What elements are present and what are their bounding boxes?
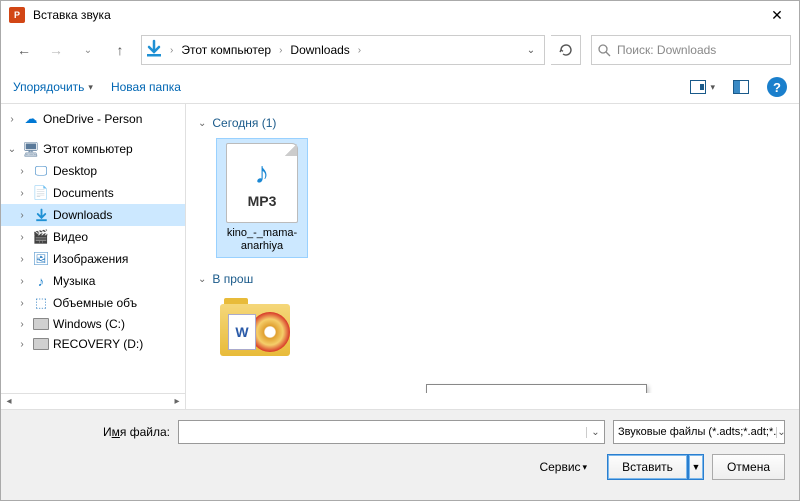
- expander-icon[interactable]: ›: [15, 339, 29, 350]
- file-name-label: kino_-_mama-anarhiya: [221, 227, 303, 253]
- cancel-button[interactable]: Отмена: [712, 454, 785, 480]
- tree-documents[interactable]: › 📄 Documents: [1, 182, 185, 204]
- app-icon: P: [9, 7, 25, 23]
- address-dropdown[interactable]: ⌄: [520, 45, 542, 56]
- desktop-icon: 🖵: [33, 163, 49, 179]
- video-icon: 🎬: [33, 229, 49, 245]
- chevron-right-icon[interactable]: ›: [277, 45, 284, 56]
- tools-menu[interactable]: Сервис▾: [539, 460, 587, 474]
- sidebar-scrollbar[interactable]: ◂▸: [1, 393, 186, 409]
- breadcrumb-downloads[interactable]: Downloads: [284, 40, 355, 60]
- pc-icon: 🖥: [23, 141, 39, 157]
- tree-downloads[interactable]: › Downloads: [1, 204, 185, 226]
- document-icon: 📄: [33, 185, 49, 201]
- view-menu[interactable]: ▾: [690, 80, 715, 94]
- chevron-down-icon: ⌄: [198, 274, 206, 285]
- tree-this-pc[interactable]: ⌄ 🖥 Этот компьютер: [1, 138, 185, 160]
- search-input[interactable]: Поиск: Downloads: [591, 35, 791, 65]
- cloud-icon: ☁: [23, 111, 39, 127]
- search-icon: [598, 44, 611, 57]
- refresh-icon: [559, 43, 573, 57]
- file-list: ⌄ Сегодня (1) ♪ MP3 kino_-_mama-anarhiya…: [186, 104, 799, 393]
- search-placeholder: Поиск: Downloads: [617, 43, 716, 57]
- refresh-button[interactable]: [551, 35, 581, 65]
- expander-icon[interactable]: ›: [15, 276, 29, 287]
- forward-button[interactable]: →: [41, 37, 71, 63]
- chevron-right-icon[interactable]: ›: [356, 45, 363, 56]
- disk-icon: [33, 318, 49, 330]
- chevron-right-icon[interactable]: ›: [168, 45, 175, 56]
- file-filter-select[interactable]: Звуковые файлы (*.adts;*.adt;*. ⌄: [613, 420, 785, 444]
- doc-icon: W: [228, 314, 256, 350]
- music-icon: ♪: [33, 273, 49, 289]
- address-bar[interactable]: › Этот компьютер › Downloads › ⌄: [141, 35, 545, 65]
- expander-icon[interactable]: ›: [15, 298, 29, 309]
- expander-icon[interactable]: ›: [15, 210, 29, 221]
- expander-icon[interactable]: ›: [15, 166, 29, 177]
- filename-input[interactable]: ⌄: [178, 420, 605, 444]
- back-button[interactable]: ←: [9, 37, 39, 63]
- tree-pictures[interactable]: › 🖼 Изображения: [1, 248, 185, 270]
- expander-icon[interactable]: ›: [15, 188, 29, 199]
- organize-menu[interactable]: Упорядочить▾: [13, 80, 93, 94]
- expander-icon[interactable]: ›: [5, 114, 19, 125]
- insert-button[interactable]: Вставить: [607, 454, 688, 480]
- preview-pane-toggle[interactable]: [733, 80, 749, 94]
- file-mp3[interactable]: ♪ MP3 kino_-_mama-anarhiya: [216, 138, 308, 258]
- tree-onedrive[interactable]: › ☁ OneDrive - Person: [1, 108, 185, 130]
- tree-3d-objects[interactable]: › ⬚ Объемные объ: [1, 292, 185, 314]
- picture-icon: 🖼: [33, 251, 49, 267]
- downloads-folder-icon: [144, 39, 168, 61]
- tree-videos[interactable]: › 🎬 Видео: [1, 226, 185, 248]
- expander-icon[interactable]: ›: [15, 319, 29, 330]
- download-icon: [33, 207, 49, 223]
- tree-music[interactable]: › ♪ Музыка: [1, 270, 185, 292]
- group-today[interactable]: ⌄ Сегодня (1): [198, 112, 787, 134]
- folder-item[interactable]: W: [220, 298, 296, 358]
- window-title: Вставка звука: [33, 8, 755, 22]
- folder-tree: › ☁ OneDrive - Person ⌄ 🖥 Этот компьютер…: [1, 104, 186, 393]
- breadcrumb-pc[interactable]: Этот компьютер: [175, 40, 277, 60]
- cube-icon: ⬚: [33, 295, 49, 311]
- expander-icon[interactable]: ›: [15, 232, 29, 243]
- expander-icon[interactable]: ⌄: [5, 144, 19, 155]
- chevron-down-icon: ⌄: [198, 118, 206, 129]
- recent-dropdown[interactable]: ⌄: [73, 37, 103, 63]
- insert-split-button[interactable]: ▼: [688, 454, 704, 480]
- group-past[interactable]: ⌄ В прош: [198, 268, 787, 290]
- help-button[interactable]: ?: [767, 77, 787, 97]
- up-button[interactable]: ↑: [105, 37, 135, 63]
- chevron-down-icon[interactable]: ⌄: [586, 427, 604, 438]
- chevron-down-icon[interactable]: ⌄: [776, 427, 785, 438]
- tree-disk-d[interactable]: › RECOVERY (D:): [1, 334, 185, 354]
- file-tooltip: Тип элемента: Звук в формате MP3 Размер:…: [426, 384, 647, 393]
- expander-icon[interactable]: ›: [15, 254, 29, 265]
- close-button[interactable]: ✕: [755, 1, 799, 29]
- view-icon: [690, 80, 706, 94]
- mp3-file-icon: ♪ MP3: [226, 143, 298, 223]
- filename-label: Имя файла:: [15, 425, 170, 439]
- new-folder-button[interactable]: Новая папка: [111, 80, 181, 94]
- tree-disk-c[interactable]: › Windows (C:): [1, 314, 185, 334]
- disk-icon: [33, 338, 49, 350]
- tree-desktop[interactable]: › 🖵 Desktop: [1, 160, 185, 182]
